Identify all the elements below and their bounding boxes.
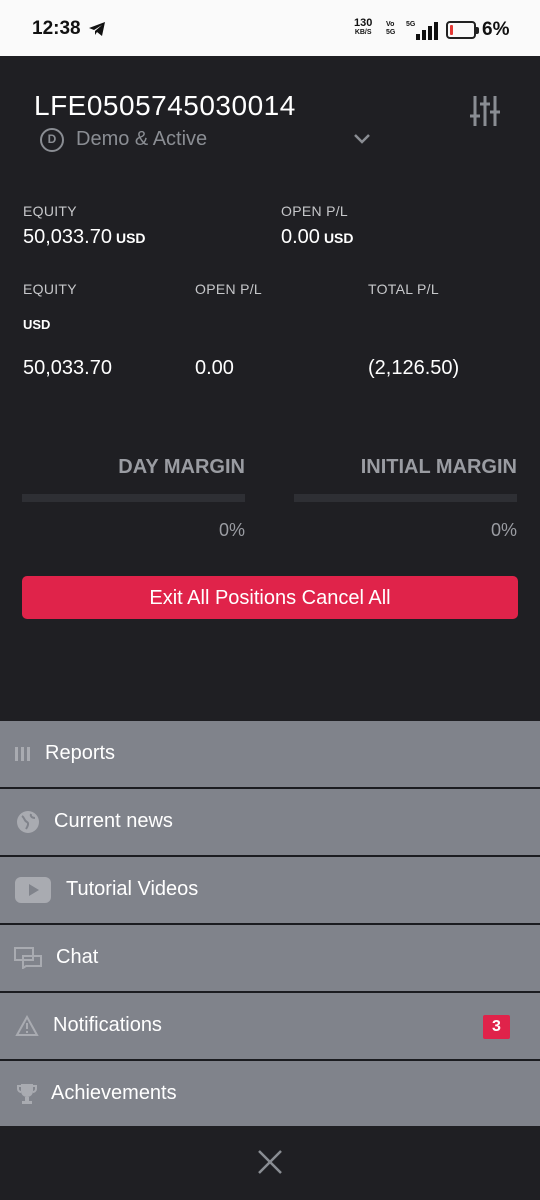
battery-percent: 6% [482, 19, 510, 40]
status-bar: 12:38 130 KB/S Vo 5G 5G 6% [0, 0, 540, 56]
battery-level [450, 25, 453, 35]
menu-label-achievements: Achievements [51, 1082, 177, 1104]
exit-all-positions-button[interactable]: Exit All Positions Cancel All [22, 576, 518, 619]
chevron-down-icon[interactable] [352, 132, 372, 151]
menu-label-tutorial-videos: Tutorial Videos [66, 878, 199, 900]
volte-bottom: 5G [386, 29, 396, 36]
initial-margin-bar [294, 494, 517, 502]
bottom-menu: Reports Current news Tutorial Videos Cha… [0, 721, 540, 1129]
volte-top: Vo [386, 21, 395, 28]
detail-equity-value: 50,033.70 [23, 357, 112, 379]
battery-icon [446, 21, 479, 39]
summary-open-pl-unit: USD [323, 230, 354, 246]
menu-label-chat: Chat [56, 946, 99, 968]
detail-total-pl-label: TOTAL P/L [368, 281, 439, 297]
menu-item-tutorial-videos[interactable]: Tutorial Videos [0, 857, 540, 925]
notifications-count-badge: 3 [483, 1015, 510, 1039]
demo-status-icon: D [40, 128, 64, 152]
day-margin-label: DAY MARGIN [118, 456, 245, 478]
reports-icon [14, 721, 32, 787]
day-margin-bar [22, 494, 245, 502]
menu-label-current-news: Current news [54, 810, 173, 832]
detail-total-pl-value: (2,126.50) [368, 357, 460, 379]
detail-equity-label: EQUITY [23, 281, 77, 297]
menu-item-current-news[interactable]: Current news [0, 789, 540, 857]
globe-icon [16, 789, 40, 855]
summary-open-pl-label: OPEN P/L [281, 203, 348, 219]
menu-label-notifications: Notifications [53, 1014, 162, 1036]
summary-equity-value: 50,033.70 USD [23, 226, 146, 249]
menu-item-reports[interactable]: Reports [0, 721, 540, 789]
detail-open-pl-label: OPEN P/L [195, 281, 262, 297]
day-margin-percent: 0% [218, 520, 245, 540]
chat-icon [14, 925, 42, 991]
summary-equity-label: EQUITY [23, 203, 77, 219]
menu-item-chat[interactable]: Chat [0, 925, 540, 993]
account-status[interactable]: Demo & Active [76, 128, 207, 151]
signal-icon [412, 22, 438, 45]
youtube-icon [15, 857, 51, 923]
summary-open-pl-value: 0.00 USD [281, 226, 354, 249]
menu-item-achievements[interactable]: Achievements [0, 1061, 540, 1129]
trophy-icon [17, 1061, 37, 1127]
telegram-icon [88, 21, 106, 42]
menu-label-reports: Reports [45, 742, 116, 764]
summary-equity-amount: 50,033.70 [23, 226, 112, 248]
warning-icon [15, 993, 39, 1059]
settings-sliders-icon[interactable] [468, 94, 502, 133]
network-speed: 130 KB/S [354, 18, 372, 37]
network-speed-unit: KB/S [354, 29, 372, 36]
detail-open-pl-value: 0.00 [195, 357, 234, 379]
detail-currency: USD [23, 317, 51, 332]
summary-open-pl-amount: 0.00 [281, 226, 320, 248]
menu-item-notifications[interactable]: Notifications 3 [0, 993, 540, 1061]
initial-margin-percent: 0% [490, 520, 517, 540]
initial-margin-label: INITIAL MARGIN [360, 456, 517, 478]
menu-close-area [0, 1126, 540, 1200]
volte-indicator: Vo 5G [386, 21, 395, 37]
summary-equity-unit: USD [115, 230, 146, 246]
status-time: 12:38 [32, 18, 81, 39]
close-icon[interactable] [256, 1148, 284, 1181]
account-id: LFE0505745030014 [34, 90, 296, 121]
